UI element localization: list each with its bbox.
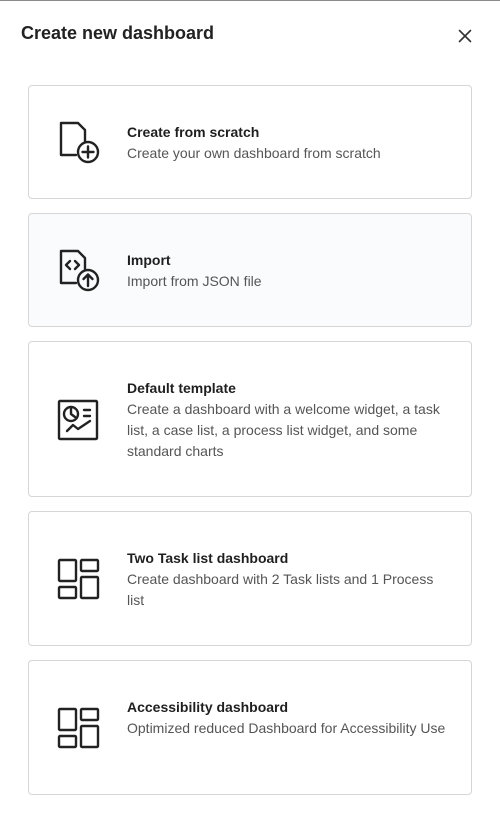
option-title: Create from scratch: [127, 124, 260, 140]
option-import[interactable]: Import Import from JSON file: [28, 213, 472, 327]
create-dashboard-dialog: Create new dashboard Create from scratch…: [0, 0, 500, 829]
option-title: Import: [127, 252, 171, 268]
option-description: Create dashboard with 2 Task lists and 1…: [127, 571, 434, 608]
option-title: Accessibility dashboard: [127, 699, 289, 715]
close-button[interactable]: [451, 22, 479, 50]
report-chart-icon: [57, 399, 99, 441]
file-code-upload-icon: [59, 249, 100, 292]
layout-grid-icon: [57, 707, 100, 749]
layout-grid-icon: [57, 558, 100, 600]
option-description: Create your own dashboard from scratch: [127, 145, 381, 161]
option-accessibility-dashboard[interactable]: Accessibility dashboard Optimized reduce…: [28, 660, 472, 795]
file-add-icon: [59, 121, 100, 164]
option-description: Optimized reduced Dashboard for Accessib…: [127, 720, 446, 736]
option-two-task-list-dashboard[interactable]: Two Task list dashboard Create dashboard…: [28, 511, 472, 646]
option-title: Default template: [127, 380, 236, 396]
dialog-title: Create new dashboard: [21, 23, 215, 43]
option-default-template[interactable]: Default template Create a dashboard with…: [28, 341, 472, 497]
option-create-from-scratch[interactable]: Create from scratch Create your own dash…: [28, 85, 472, 199]
option-description: Import from JSON file: [127, 273, 262, 289]
close-icon: [458, 29, 472, 43]
option-title: Two Task list dashboard: [127, 550, 289, 566]
option-description: Create a dashboard with a welcome widget…: [127, 401, 440, 459]
